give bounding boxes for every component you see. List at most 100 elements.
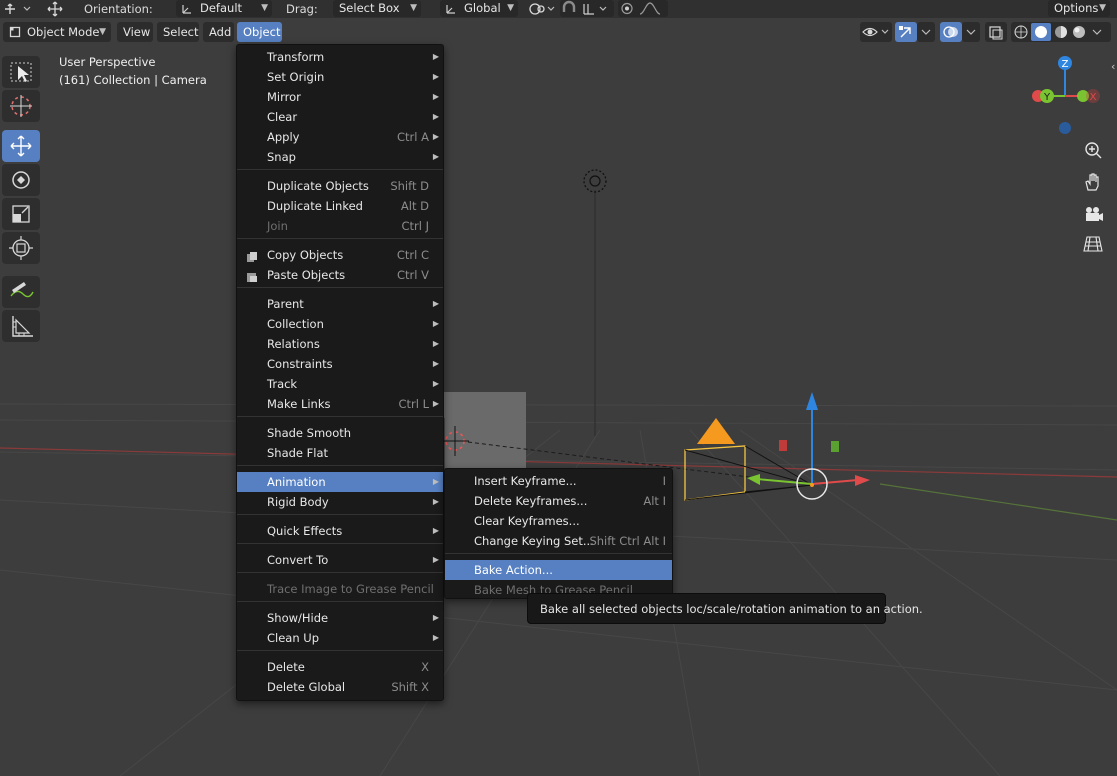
pan-hand-icon[interactable] <box>1080 170 1106 194</box>
gizmo-plane-xz[interactable] <box>831 441 839 452</box>
menu-item-shortcut: Alt D <box>400 199 429 213</box>
menu-item-shortcut: I <box>662 474 666 488</box>
object-menu-item-make-links[interactable]: Make Links Ctrl L ▶ <box>237 394 443 414</box>
object-menu-item-duplicate-objects[interactable]: Duplicate Objects Shift D <box>237 176 443 196</box>
options-dropdown[interactable]: Options ▼ <box>1048 0 1110 17</box>
collapse-arrow-icon[interactable]: ‹ <box>1111 60 1115 73</box>
menu-item-shortcut: Shift X <box>391 680 429 694</box>
menu-item-shortcut: Shift Ctrl Alt I <box>589 534 666 548</box>
object-menu-item-rigid-body[interactable]: Rigid Body ▶ <box>237 492 443 512</box>
select-box-tool[interactable] <box>2 56 40 88</box>
gizmo-x-arrow[interactable] <box>811 479 859 485</box>
object-menu-item-parent[interactable]: Parent ▶ <box>237 294 443 314</box>
visibility-dropdown[interactable] <box>860 22 892 42</box>
object-menu[interactable]: Object <box>237 22 282 42</box>
object-menu-item-set-origin[interactable]: Set Origin ▶ <box>237 67 443 87</box>
material-shading-icon[interactable] <box>1055 26 1067 38</box>
add-menu[interactable]: Add <box>203 22 234 42</box>
3d-viewport[interactable] <box>0 44 1117 776</box>
object-menu-item-show-hide[interactable]: Show/Hide ▶ <box>237 608 443 628</box>
camera-view-icon[interactable] <box>1080 202 1106 226</box>
object-menu-item-mirror[interactable]: Mirror ▶ <box>237 87 443 107</box>
measure-tool[interactable] <box>2 310 40 342</box>
gizmo-dropdown[interactable] <box>917 22 935 42</box>
drag-dropdown[interactable]: Select Box ▼ <box>333 0 421 17</box>
object-menu-item-shade-flat[interactable]: Shade Flat <box>237 443 443 463</box>
object-menu-item-convert-to[interactable]: Convert To ▶ <box>237 550 443 570</box>
pivot-point-icon[interactable] <box>526 0 558 18</box>
object-menu-item-apply[interactable]: Apply Ctrl A ▶ <box>237 127 443 147</box>
menu-item-shortcut: X <box>421 660 429 674</box>
orientation-dropdown[interactable]: Default ▼ <box>176 0 272 17</box>
view-menu[interactable]: View <box>117 22 153 42</box>
animation-menu-item-change-keying-set[interactable]: Change Keying Set... Shift Ctrl Alt I <box>445 531 672 551</box>
submenu-arrow-icon: ▶ <box>432 477 439 486</box>
gizmo-toggle[interactable] <box>895 22 917 42</box>
rotate-tool[interactable] <box>2 164 40 196</box>
light-icon-core <box>589 175 601 187</box>
proportional-editing-toggle[interactable] <box>618 0 668 17</box>
light-icon[interactable] <box>583 169 607 193</box>
annotate-tool[interactable] <box>2 276 40 308</box>
object-menu-item-clean-up[interactable]: Clean Up ▶ <box>237 628 443 648</box>
xray-toggle[interactable] <box>985 22 1007 42</box>
snap-toggle[interactable] <box>560 0 614 17</box>
menu-separator <box>237 169 443 170</box>
navigation-gizmo[interactable]: Z Y X ‹ <box>1025 52 1117 136</box>
nav-neg-z-ball[interactable] <box>1059 122 1071 134</box>
scale-tool[interactable] <box>2 198 40 230</box>
object-menu-item-clear[interactable]: Clear ▶ <box>237 107 443 127</box>
submenu-arrow-icon: ▶ <box>432 319 439 328</box>
measure-ruler-icon <box>12 316 33 337</box>
animation-menu-item-bake-action[interactable]: Bake Action... <box>445 560 672 580</box>
object-menu-item-copy-objects[interactable]: Copy Objects Ctrl C <box>237 245 443 265</box>
perspective-grid-icon[interactable] <box>1080 232 1106 256</box>
object-menu-item-transform[interactable]: Transform ▶ <box>237 47 443 67</box>
menu-item-label: Make Links <box>267 397 331 411</box>
overlays-dropdown[interactable] <box>962 22 980 42</box>
object-menu-item-track[interactable]: Track ▶ <box>237 374 443 394</box>
select-menu[interactable]: Select <box>157 22 199 42</box>
overlays-toggle[interactable] <box>940 22 962 42</box>
cursor-tool[interactable] <box>2 90 40 122</box>
transform-tool[interactable] <box>2 232 40 264</box>
mode-dropdown[interactable]: Object Mode ▼ <box>3 22 111 42</box>
move-tool-icon[interactable] <box>44 0 68 18</box>
animation-menu-item-delete-keyframes[interactable]: Delete Keyframes... Alt I <box>445 491 672 511</box>
zoom-icon[interactable] <box>1080 138 1106 162</box>
chevron-down-icon <box>966 29 976 35</box>
object-menu-item-relations[interactable]: Relations ▶ <box>237 334 443 354</box>
transform-orientation-dropdown[interactable]: Global ▼ <box>440 0 518 17</box>
submenu-arrow-icon: ▶ <box>432 359 439 368</box>
menu-item-label: Parent <box>267 297 304 311</box>
gizmo-plane-yz[interactable] <box>779 440 787 451</box>
animation-menu-item-clear-keyframes[interactable]: Clear Keyframes... <box>445 511 672 531</box>
solid-shading-icon[interactable] <box>1035 26 1047 38</box>
chevron-down-icon[interactable] <box>1092 29 1102 35</box>
object-menu-item-paste-objects[interactable]: Paste Objects Ctrl V <box>237 265 443 285</box>
wireframe-shading-icon[interactable] <box>1014 25 1028 39</box>
menu-item-shortcut: Ctrl C <box>396 248 429 262</box>
transform-pivot-icon[interactable] <box>4 0 34 18</box>
object-menu-item-trace-image-to-grease-pencil[interactable]: Trace Image to Grease Pencil <box>237 579 443 599</box>
rendered-shading-icon[interactable] <box>1073 26 1085 38</box>
object-menu-item-duplicate-linked[interactable]: Duplicate Linked Alt D <box>237 196 443 216</box>
animation-menu-item-insert-keyframe[interactable]: Insert Keyframe... I <box>445 471 672 491</box>
object-menu-item-animation[interactable]: Animation ▶ <box>237 472 443 492</box>
submenu-arrow-icon: ▶ <box>432 152 439 161</box>
orientation-label: Orientation: <box>84 2 153 16</box>
object-menu-item-collection[interactable]: Collection ▶ <box>237 314 443 334</box>
submenu-arrow-icon: ▶ <box>432 52 439 61</box>
object-menu-item-constraints[interactable]: Constraints ▶ <box>237 354 443 374</box>
object-menu-item-delete[interactable]: Delete X <box>237 657 443 677</box>
object-menu-item-quick-effects[interactable]: Quick Effects ▶ <box>237 521 443 541</box>
move-tool[interactable] <box>2 130 40 162</box>
chevron-down-icon: ▼ <box>261 3 268 13</box>
object-menu-item-delete-global[interactable]: Delete Global Shift X <box>237 677 443 697</box>
menu-separator <box>237 543 443 544</box>
object-menu-item-shade-smooth[interactable]: Shade Smooth <box>237 423 443 443</box>
orientation-axes-icon <box>182 5 191 14</box>
object-menu-item-snap[interactable]: Snap ▶ <box>237 147 443 167</box>
object-menu-item-join[interactable]: Join Ctrl J <box>237 216 443 236</box>
menu-item-label: Bake Action... <box>474 563 553 577</box>
